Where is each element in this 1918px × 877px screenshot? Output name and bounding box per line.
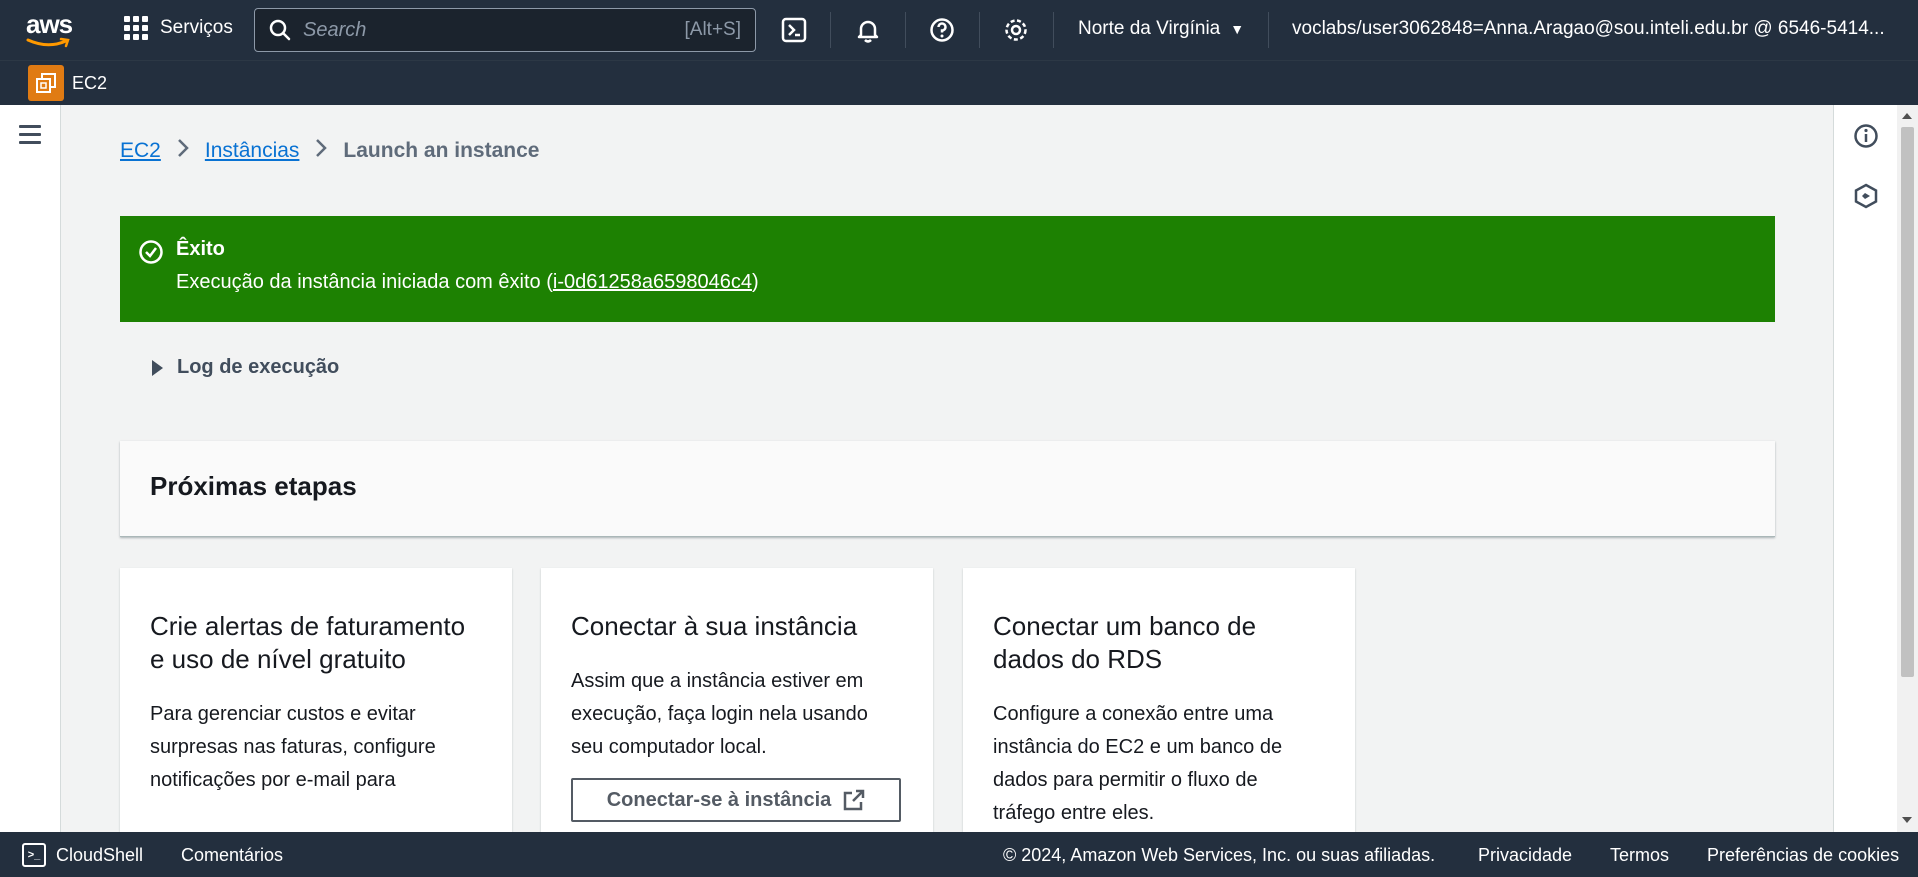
terms-link[interactable]: Termos xyxy=(1610,845,1669,866)
services-menu-button[interactable]: Serviços xyxy=(124,16,233,40)
region-label: Norte da Virgínia xyxy=(1078,18,1221,39)
right-side-rail xyxy=(1833,105,1897,832)
cookie-preferences-link[interactable]: Preferências de cookies xyxy=(1707,845,1899,866)
search-input[interactable] xyxy=(303,18,685,42)
card-title: Crie alertas de faturamento e uso de nív… xyxy=(150,611,466,674)
ec2-service-link[interactable]: EC2 xyxy=(72,73,107,94)
connect-instance-label: Conectar-se à instância xyxy=(606,788,832,811)
help-icon xyxy=(930,18,954,42)
cloudshell-footer-button[interactable]: >_ CloudShell xyxy=(22,843,143,867)
scroll-down-icon[interactable] xyxy=(1902,817,1912,823)
card-body: Configure a conexão entre uma instância … xyxy=(993,703,1283,824)
card-body: Para gerenciar custos e evitar surpresas… xyxy=(150,703,436,791)
instance-id-link[interactable]: i-0d61258a6598046c4 xyxy=(553,271,752,293)
aws-logo[interactable]: aws xyxy=(26,9,74,48)
settings-button[interactable] xyxy=(1000,14,1032,46)
aws-smile-icon xyxy=(26,37,70,48)
grid-icon xyxy=(124,16,148,40)
hexagon-icon[interactable] xyxy=(1853,183,1879,209)
card-title: Conectar um banco de dados do RDS xyxy=(993,611,1257,674)
cloudshell-icon xyxy=(781,17,807,43)
scrollbar-thumb[interactable] xyxy=(1901,127,1914,677)
billing-alerts-card: Crie alertas de faturamento e uso de nív… xyxy=(120,568,512,838)
feedback-link[interactable]: Comentários xyxy=(181,845,283,866)
bell-icon xyxy=(857,20,879,43)
breadcrumb-ec2-link[interactable]: EC2 xyxy=(120,139,161,163)
chevron-right-icon xyxy=(177,138,189,164)
next-steps-title: Próximas etapas xyxy=(150,471,357,501)
search-shortcut: [Alt+S] xyxy=(684,19,742,40)
ec2-icon xyxy=(36,73,56,93)
ec2-service-icon[interactable] xyxy=(28,65,64,101)
execution-log-expander[interactable]: Log de execução xyxy=(152,356,339,379)
footer: >_ CloudShell Comentários © 2024, Amazon… xyxy=(0,832,1918,877)
success-flash-message: Êxito Execução da instância iniciada com… xyxy=(120,216,1775,322)
chevron-right-icon xyxy=(315,138,328,164)
cloudshell-label: CloudShell xyxy=(56,844,144,865)
privacy-link[interactable]: Privacidade xyxy=(1478,845,1572,866)
service-bar: EC2 xyxy=(0,60,1918,105)
account-menu[interactable]: voclabs/user3062848=Anna.Aragao@sou.inte… xyxy=(1292,18,1902,40)
connect-rds-card: Conectar um banco de dados do RDS Config… xyxy=(963,568,1355,838)
cloudshell-nav-button[interactable] xyxy=(778,14,810,46)
copyright-text: © 2024, Amazon Web Services, Inc. ou sua… xyxy=(1003,845,1436,865)
caret-down-icon: ▼ xyxy=(1230,21,1245,37)
execution-log-label: Log de execução xyxy=(177,356,340,378)
breadcrumb-current: Launch an instance xyxy=(343,139,540,162)
flash-message: Execução da instância iniciada com êxito… xyxy=(176,271,1775,294)
breadcrumb: EC2 Instâncias Launch an instance xyxy=(120,138,539,164)
info-icon[interactable] xyxy=(1853,123,1879,149)
breadcrumb-instances-link[interactable]: Instâncias xyxy=(205,139,300,163)
help-button[interactable] xyxy=(926,14,958,46)
search-box[interactable]: [Alt+S] xyxy=(254,8,756,52)
menu-icon[interactable] xyxy=(19,125,41,145)
caret-right-icon xyxy=(152,359,163,376)
connect-instance-card: Conectar à sua instância Assim que a ins… xyxy=(541,568,933,838)
vertical-scrollbar[interactable] xyxy=(1897,105,1918,832)
flash-title: Êxito xyxy=(176,238,225,260)
card-title: Conectar à sua instância xyxy=(571,611,858,641)
region-selector[interactable]: Norte da Virgínia ▼ xyxy=(1078,18,1244,40)
services-label: Serviços xyxy=(160,17,233,38)
flash-message-suffix: ) xyxy=(751,271,759,293)
card-body: Assim que a instância estiver em execuçã… xyxy=(571,670,868,758)
top-navigation: aws Serviços [Alt+S] xyxy=(0,0,1918,60)
scroll-up-icon[interactable] xyxy=(1902,113,1912,119)
gear-icon xyxy=(1005,19,1027,41)
search-icon xyxy=(269,19,291,41)
aws-logo-text: aws xyxy=(26,9,73,39)
left-side-rail xyxy=(0,105,61,832)
next-steps-header: Próximas etapas xyxy=(120,441,1775,537)
flash-message-prefix: Execução da instância iniciada com êxito… xyxy=(176,271,553,293)
external-link-icon xyxy=(844,789,865,811)
cloudshell-icon: >_ xyxy=(22,843,46,867)
notifications-button[interactable] xyxy=(852,14,884,46)
connect-instance-button[interactable]: Conectar-se à instância xyxy=(571,778,901,822)
success-check-icon xyxy=(139,240,163,264)
